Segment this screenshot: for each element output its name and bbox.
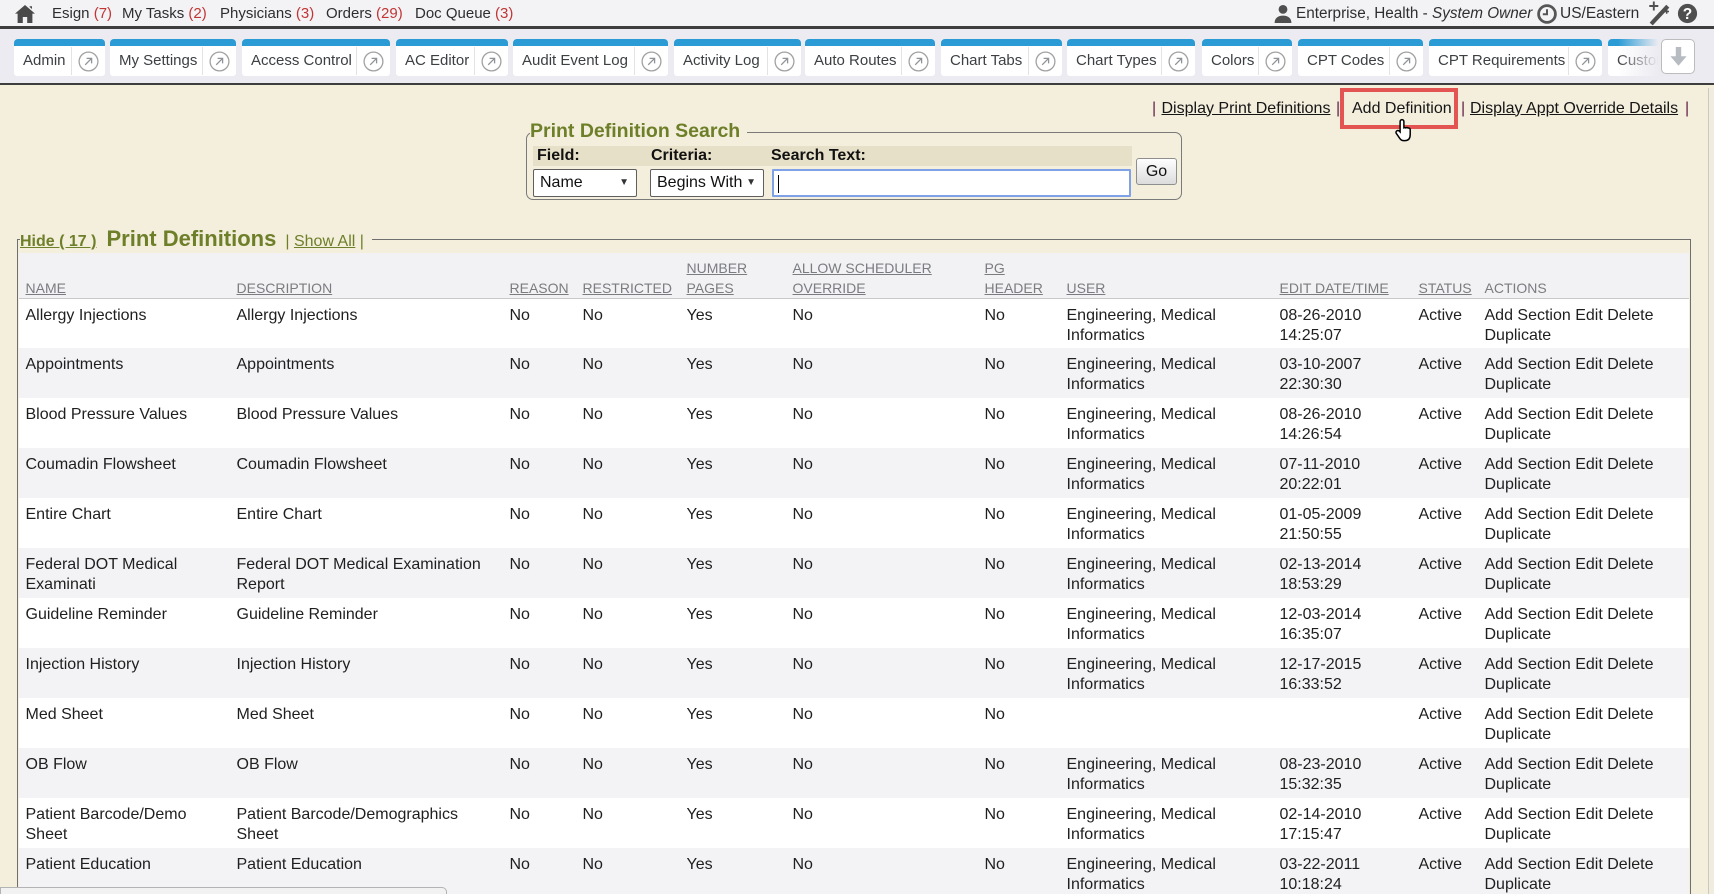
svg-text:?: ? — [1683, 6, 1692, 23]
